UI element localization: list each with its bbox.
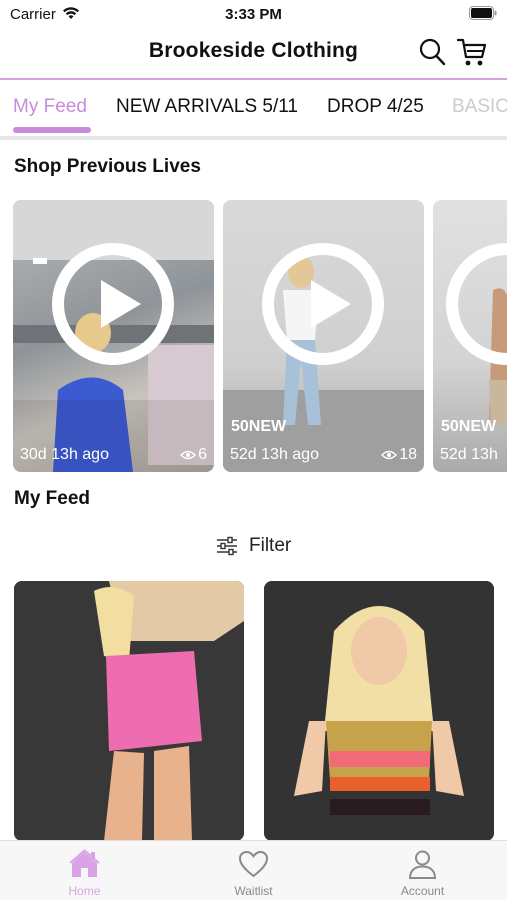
cart-icon[interactable] <box>456 36 488 68</box>
live-age: 52d 13h <box>440 446 498 463</box>
eye-icon <box>381 450 398 459</box>
nav-home[interactable]: Home <box>0 841 169 900</box>
live-age: 52d 13h ago <box>230 446 319 463</box>
live-promo-code: 50NEW <box>441 418 497 435</box>
filter-icon <box>217 536 237 556</box>
live-views-count: 18 <box>399 446 417 463</box>
previous-live-card[interactable]: 30d 13h ago 6 <box>13 200 214 472</box>
tabs-divider <box>0 136 507 140</box>
play-icon <box>311 280 351 328</box>
feed-item-card[interactable] <box>14 581 244 841</box>
search-icon[interactable] <box>418 37 446 67</box>
live-views: 18 <box>381 446 417 464</box>
status-time: 3:33 PM <box>225 6 282 23</box>
live-views: 6 <box>180 446 207 464</box>
live-promo-code: 50NEW <box>231 418 287 435</box>
live-views-count: 6 <box>198 446 207 463</box>
previous-lives-title: Shop Previous Lives <box>14 156 201 177</box>
tab-new-arrivals[interactable]: NEW ARRIVALS 5/11 <box>116 96 298 118</box>
heart-icon <box>238 850 269 878</box>
feed-item-image <box>14 581 244 841</box>
nav-waitlist-label: Waitlist <box>234 884 273 898</box>
my-feed-title: My Feed <box>14 488 91 509</box>
tab-my-feed[interactable]: My Feed <box>13 96 87 118</box>
nav-account[interactable]: Account <box>338 841 507 900</box>
previous-live-card[interactable]: 50NEW 52d 13h <box>433 200 507 472</box>
previous-live-card[interactable]: 50NEW 52d 13h ago 18 <box>223 200 424 472</box>
play-icon <box>101 280 141 328</box>
active-tab-indicator <box>13 127 91 133</box>
live-age: 30d 13h ago <box>20 446 109 463</box>
app-header: Brookeside Clothing <box>0 28 507 78</box>
tab-drop[interactable]: DROP 4/25 <box>327 96 424 118</box>
feed-item-image <box>264 581 494 841</box>
status-bar: Carrier 3:33 PM <box>0 0 507 28</box>
nav-waitlist[interactable]: Waitlist <box>169 841 338 900</box>
filter-button[interactable]: Filter <box>0 530 507 560</box>
battery-icon <box>469 6 497 20</box>
filter-label: Filter <box>249 535 292 556</box>
nav-home-label: Home <box>68 884 101 898</box>
bottom-navigation: Home Waitlist Account <box>0 840 507 900</box>
user-icon <box>408 850 437 879</box>
nav-account-label: Account <box>400 884 445 898</box>
feed-item-card[interactable] <box>264 581 494 841</box>
tab-basics[interactable]: BASICS <box>452 96 507 118</box>
category-tabs[interactable]: My Feed NEW ARRIVALS 5/11 DROP 4/25 BASI… <box>0 80 507 136</box>
home-icon <box>69 849 100 877</box>
eye-icon <box>180 450 197 459</box>
